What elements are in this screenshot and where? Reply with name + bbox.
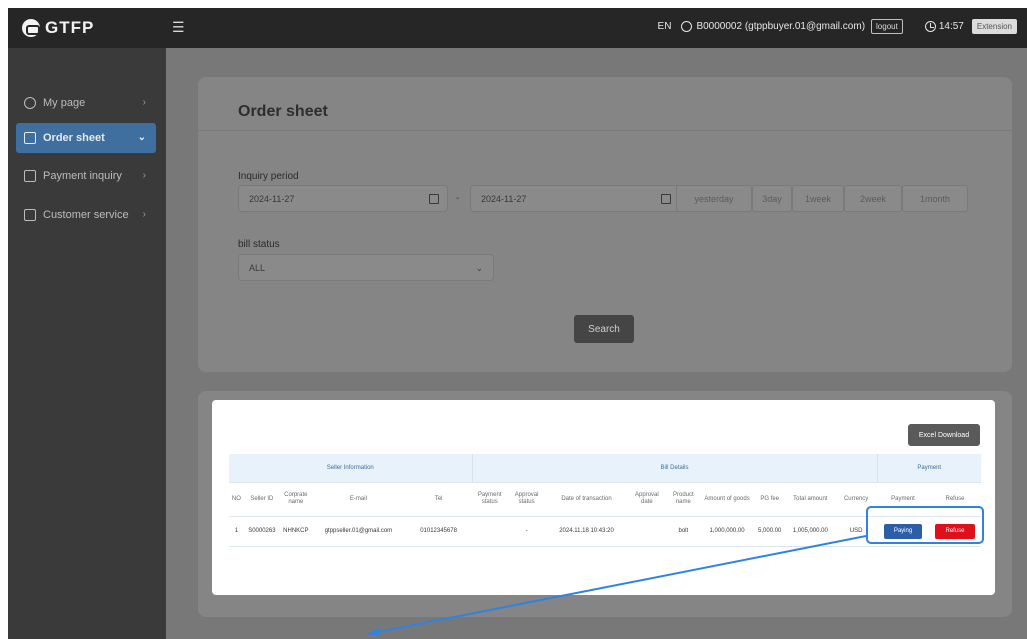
clipboard-icon <box>24 170 36 182</box>
document-icon <box>24 132 36 144</box>
cell-pg-fee: 5,000.00 <box>754 516 786 547</box>
cell-no: 1 <box>229 516 244 547</box>
inquiry-period-label: Inquiry period <box>238 171 299 182</box>
extension-button[interactable]: Extension <box>971 19 1017 34</box>
top-bar: GTFP ☰ EN B0000002 (gtppbuyer.01@gmail.c… <box>8 8 1027 48</box>
logo-text: GTFP <box>45 18 95 37</box>
sidebar-item-order-sheet[interactable]: Order sheet ⌄ <box>16 123 156 153</box>
user-icon <box>681 21 693 32</box>
cell-corp-name: NHNKCP <box>279 516 312 547</box>
period-1week-button[interactable]: 1week <box>792 185 844 212</box>
chevron-right-icon: › <box>142 97 146 108</box>
column-header: Approval date <box>627 482 667 517</box>
bill-details-header: Bill Details <box>472 454 878 483</box>
column-header: NO <box>229 482 244 517</box>
column-header: Payment status <box>472 482 508 517</box>
annotation-highlight-box <box>866 506 984 544</box>
user-label: B0000002 (gtppbuyer.01@gmail.com) <box>696 21 866 32</box>
period-yesterday-button[interactable]: yesterday <box>676 185 752 212</box>
clock-icon <box>924 21 936 32</box>
period-3day-button[interactable]: 3day <box>752 185 792 212</box>
date-separator: - <box>456 193 460 204</box>
user-info: B0000002 (gtppbuyer.01@gmail.com) <box>681 21 865 32</box>
column-header: Approval status <box>507 482 546 517</box>
column-header: Corprate name <box>279 482 312 517</box>
sidebar-item-label: Payment inquiry <box>43 170 122 182</box>
sidebar-item-payment-inquiry[interactable]: Payment inquiry › <box>16 161 156 191</box>
sidebar-item-customer-service[interactable]: Customer service › <box>16 200 156 230</box>
table-group-header: Seller Information Bill Details Payment <box>229 454 981 483</box>
sidebar-item-label: Customer service <box>43 209 129 221</box>
language-selector[interactable]: EN <box>658 21 672 32</box>
column-header: PG fee <box>754 482 786 517</box>
seller-info-header: Seller Information <box>229 454 473 483</box>
cell-total: 1,005,000.00 <box>785 516 836 547</box>
cell-approval-date <box>627 516 667 547</box>
logo[interactable]: GTFP <box>22 18 94 38</box>
bill-status-label: bill status <box>238 239 280 250</box>
chevron-right-icon: › <box>142 209 146 220</box>
period-1month-button[interactable]: 1month <box>902 185 968 212</box>
date-from-input[interactable]: 2024-11-27 <box>238 185 448 212</box>
sidebar-item-label: My page <box>43 97 86 109</box>
search-card: Order sheet Inquiry period 2024-11-27 - … <box>198 77 1012 372</box>
order-detail-modal: Excel Download Seller Information Bill D… <box>212 400 995 595</box>
payment-header: Payment <box>877 454 981 483</box>
menu-toggle-icon[interactable]: ☰ <box>172 19 185 36</box>
chevron-down-icon: ⌄ <box>475 263 483 273</box>
search-button[interactable]: Search <box>574 315 634 343</box>
column-header: Product name <box>666 482 700 517</box>
calendar-icon[interactable] <box>429 194 439 204</box>
headset-icon <box>24 209 36 221</box>
date-to-input[interactable]: 2024-11-27 <box>470 185 680 212</box>
column-header: Amount of goods <box>699 482 755 517</box>
column-header: Seller ID <box>243 482 280 517</box>
cell-amount: 1,000,000.00 <box>699 516 755 547</box>
sidebar-item-my-page[interactable]: My page › <box>16 88 156 118</box>
cell-email: gtppseller.01@gmail.com <box>311 516 406 547</box>
logout-button[interactable]: logout <box>871 19 903 34</box>
card-divider <box>198 130 1012 131</box>
date-from-value: 2024-11-27 <box>249 193 295 204</box>
cell-approval-status: - <box>507 516 546 547</box>
sidebar: My page › Order sheet ⌄ Payment inquiry … <box>8 48 166 639</box>
page-title: Order sheet <box>238 103 328 120</box>
app-frame: GTFP ☰ EN B0000002 (gtppbuyer.01@gmail.c… <box>8 8 1027 639</box>
cell-date: 2024.11.18 10:43:20 <box>545 516 628 547</box>
column-header: Tel <box>405 482 472 517</box>
session-timer: 14:57 <box>924 21 964 32</box>
chevron-down-icon: ⌄ <box>137 132 146 143</box>
sidebar-item-label: Order sheet <box>43 132 105 144</box>
cell-seller-id: S0000263 <box>243 516 280 547</box>
top-bar-right: EN B0000002 (gtppbuyer.01@gmail.com) log… <box>658 19 1017 34</box>
column-header: Total amount <box>785 482 836 517</box>
chevron-right-icon: › <box>142 170 146 181</box>
bill-status-select[interactable]: ALL ⌄ <box>238 254 494 281</box>
logo-icon <box>22 19 40 37</box>
cell-product: bolt <box>666 516 700 547</box>
column-header: Date of transaction <box>545 482 628 517</box>
calendar-icon[interactable] <box>661 194 671 204</box>
period-2week-button[interactable]: 2week <box>844 185 902 212</box>
bill-status-value: ALL <box>249 262 266 273</box>
column-header: E-mail <box>311 482 406 517</box>
date-to-value: 2024-11-27 <box>481 193 527 204</box>
cell-payment-status <box>472 516 508 547</box>
cell-tel: 01012345678 <box>405 516 472 547</box>
user-icon <box>24 97 36 109</box>
session-time: 14:57 <box>938 21 964 32</box>
excel-download-button[interactable]: Excel Download <box>908 424 980 446</box>
